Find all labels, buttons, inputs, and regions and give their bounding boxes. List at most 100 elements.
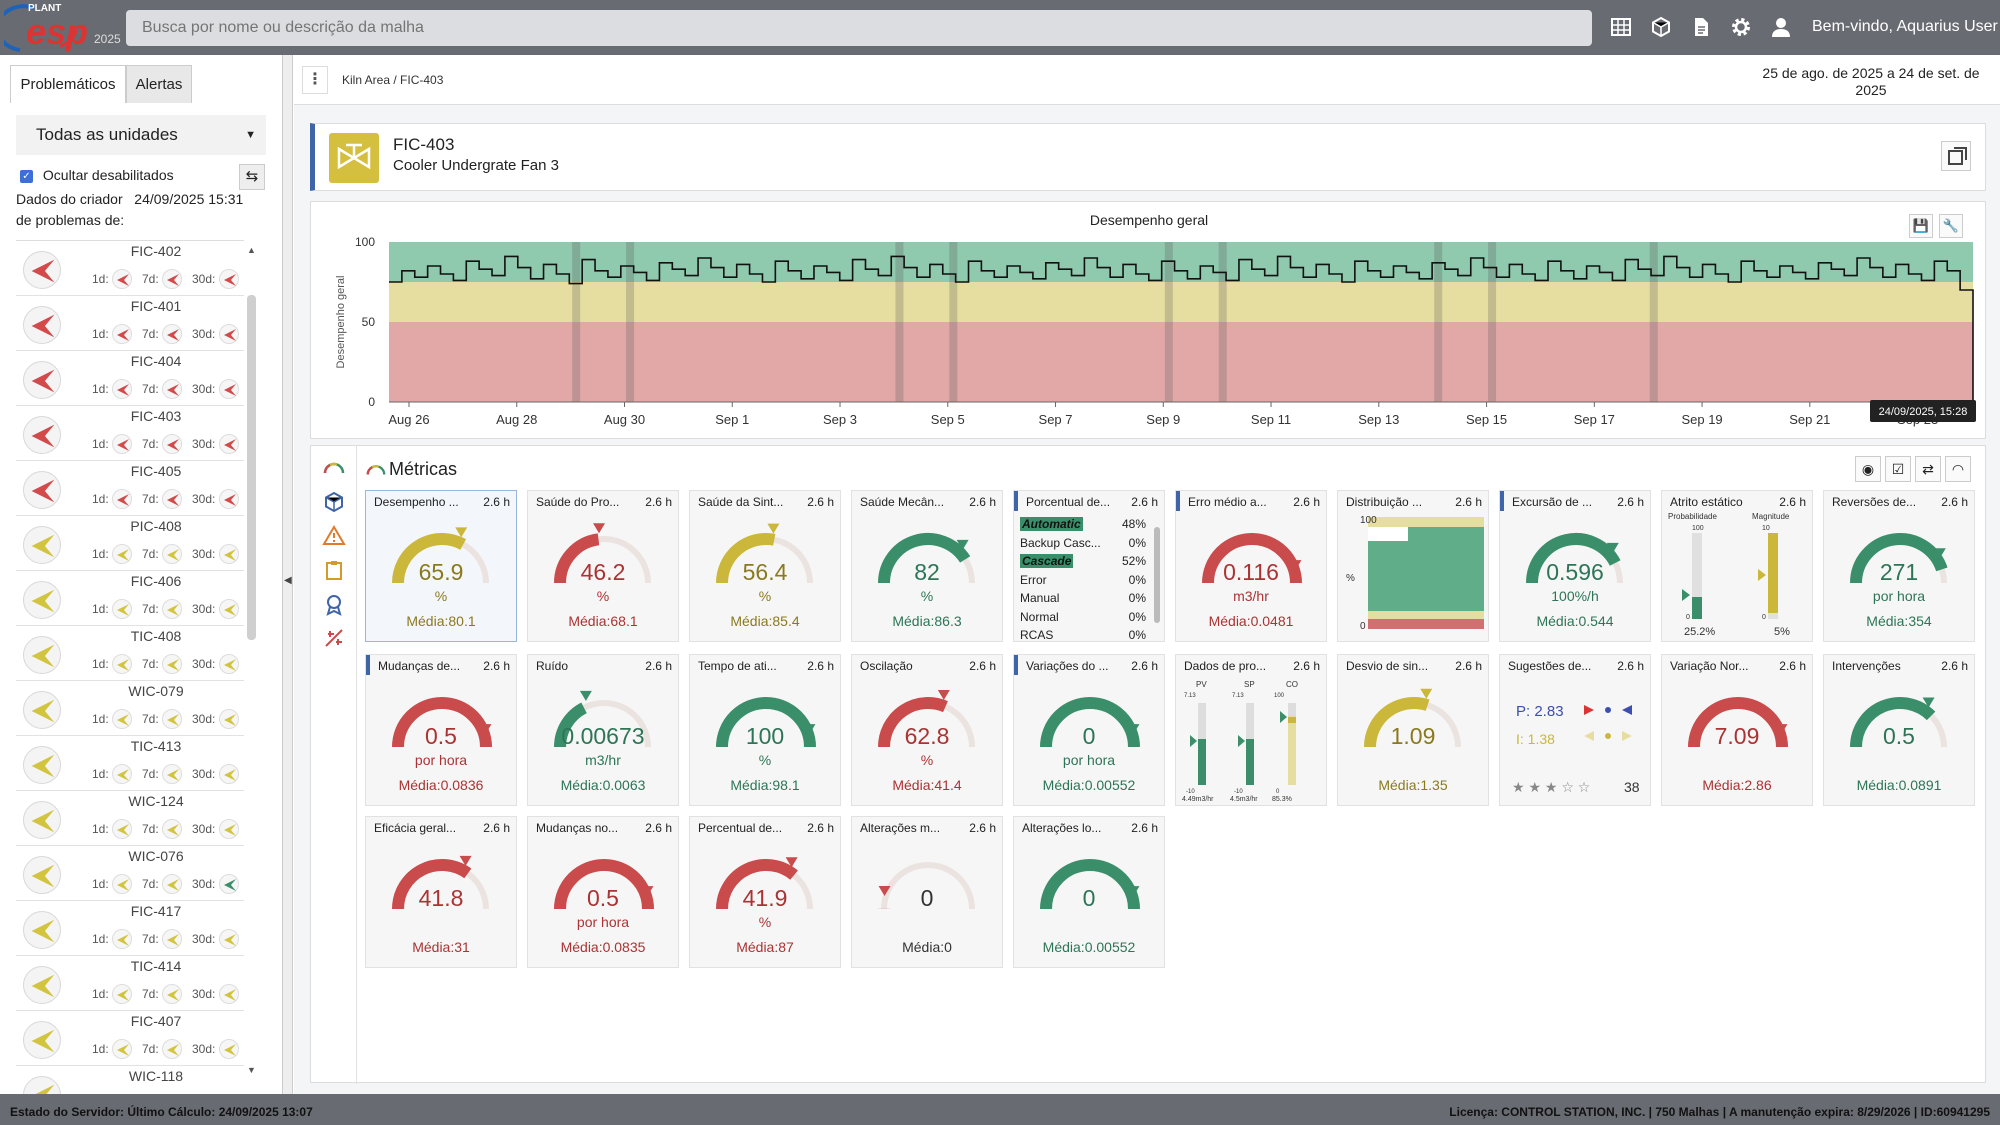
status-7d-icon[interactable]: [162, 1039, 182, 1059]
status-1d-icon[interactable]: [112, 544, 132, 564]
metric-card-ruido[interactable]: Ruído 2.6 h 0.00673 m3/hr Média:0.0063: [527, 654, 679, 806]
panel-splitter[interactable]: ◀: [283, 55, 293, 1094]
status-1d-icon[interactable]: [112, 489, 132, 509]
problem-list-item[interactable]: TIC-408 1d: 7d: 30d:: [16, 626, 244, 681]
plantesp-logo[interactable]: PLANT esp 2025: [0, 0, 124, 55]
gauge-icon[interactable]: [322, 456, 346, 480]
checkbox-icon[interactable]: ✓: [20, 169, 33, 183]
problem-list-item[interactable]: TIC-413 1d: 7d: 30d:: [16, 736, 244, 791]
metric-card-mudancas-modo[interactable]: Mudanças no... 2.6 h 0.5 por hora Média:0…: [527, 816, 679, 968]
unit-select[interactable]: Todas as unidades ▼: [16, 115, 266, 155]
status-arrow-icon[interactable]: [23, 966, 61, 1004]
tab-alertas[interactable]: Alertas: [126, 65, 192, 103]
status-1d-icon[interactable]: [112, 984, 132, 1004]
problem-list-item[interactable]: FIC-406 1d: 7d: 30d:: [16, 571, 244, 626]
status-1d-icon[interactable]: [112, 599, 132, 619]
status-arrow-icon[interactable]: [23, 636, 61, 674]
metric-card-oscilacao[interactable]: Oscilação 2.6 h 62.8 % Média:41.4: [851, 654, 1003, 806]
problem-list-item[interactable]: FIC-404 1d: 7d: 30d:: [16, 351, 244, 406]
metric-card-variacao-normalizada[interactable]: Variação Nor... 2.6 h 7.09 Média:2.86: [1661, 654, 1813, 806]
problem-list-item[interactable]: FIC-407 1d: 7d: 30d:: [16, 1011, 244, 1066]
status-7d-icon[interactable]: [162, 764, 182, 784]
scroll-up-icon[interactable]: ▲: [247, 245, 256, 255]
status-7d-icon[interactable]: [162, 599, 182, 619]
status-7d-icon[interactable]: [162, 984, 182, 1004]
filter-metrics-button[interactable]: ☑: [1885, 456, 1911, 482]
problem-list-item[interactable]: TIC-414 1d: 7d: 30d:: [16, 956, 244, 1011]
metric-card-alteracoes-lo[interactable]: Alterações lo... 2.6 h 0 Média:0.00552: [1013, 816, 1165, 968]
status-1d-icon[interactable]: [112, 929, 132, 949]
metric-card-porcentual-modo[interactable]: Porcentual de... 2.6 h Automatic 48% Backup …: [1013, 490, 1165, 642]
status-arrow-icon[interactable]: [23, 526, 61, 564]
status-7d-icon[interactable]: [162, 654, 182, 674]
status-7d-icon[interactable]: [162, 709, 182, 729]
status-1d-icon[interactable]: [112, 324, 132, 344]
status-30d-icon[interactable]: [219, 489, 239, 509]
status-arrow-icon[interactable]: [23, 911, 61, 949]
status-7d-icon[interactable]: [162, 324, 182, 344]
table-icon[interactable]: [1610, 16, 1632, 38]
status-30d-icon[interactable]: [219, 599, 239, 619]
refresh-button[interactable]: ⇆: [239, 164, 265, 190]
date-range[interactable]: 25 de ago. de 2025 a 24 de set. de 2025: [1756, 65, 1986, 99]
warning-icon[interactable]: [322, 524, 346, 548]
status-30d-icon[interactable]: [219, 269, 239, 289]
status-30d-icon[interactable]: [219, 764, 239, 784]
status-30d-icon[interactable]: [219, 654, 239, 674]
list-scrollbar[interactable]: [247, 295, 256, 640]
status-1d-icon[interactable]: [112, 764, 132, 784]
problem-list-item[interactable]: FIC-405 1d: 7d: 30d:: [16, 461, 244, 516]
scroll-down-icon[interactable]: ▼: [247, 1065, 256, 1075]
status-1d-icon[interactable]: [112, 819, 132, 839]
metric-card-alteracoes-m[interactable]: Alterações m... 2.6 h 0 Média:0: [851, 816, 1003, 968]
performance-chart[interactable]: 100 50 0 Aug 26 Aug 28 Aug 30 Sep 1 Sep 3 Sep 5 S…: [311, 202, 1987, 440]
status-1d-icon[interactable]: [112, 379, 132, 399]
swap-metrics-button[interactable]: ⇄: [1915, 456, 1941, 482]
status-arrow-icon[interactable]: [23, 856, 61, 894]
status-30d-icon[interactable]: [219, 819, 239, 839]
status-1d-icon[interactable]: [112, 269, 132, 289]
document-icon[interactable]: [1690, 16, 1712, 38]
status-arrow-icon[interactable]: [23, 416, 61, 454]
problem-list-item[interactable]: WIC-124 1d: 7d: 30d:: [16, 791, 244, 846]
gear-icon[interactable]: [1730, 16, 1752, 38]
edit-loop-button[interactable]: [1941, 141, 1971, 171]
problem-list-item[interactable]: FIC-417 1d: 7d: 30d:: [16, 901, 244, 956]
problem-list-item[interactable]: FIC-401 1d: 7d: 30d:: [16, 296, 244, 351]
metric-card-desvio-sintonia[interactable]: Desvio de sin... 2.6 h 1.09 Média:1.35: [1337, 654, 1489, 806]
status-1d-icon[interactable]: [112, 654, 132, 674]
status-arrow-icon[interactable]: [23, 581, 61, 619]
problem-list-item[interactable]: FIC-402 1d: 7d: 30d:: [16, 241, 244, 296]
status-7d-icon[interactable]: [162, 929, 182, 949]
status-30d-icon[interactable]: [219, 434, 239, 454]
kebab-menu-button[interactable]: ⋮: [302, 66, 328, 94]
status-1d-icon[interactable]: [112, 874, 132, 894]
status-1d-icon[interactable]: [112, 1039, 132, 1059]
metric-card-reversoes[interactable]: Reversões de... 2.6 h 271 por hora Média:…: [1823, 490, 1975, 642]
problem-list-item[interactable]: FIC-403 1d: 7d: 30d:: [16, 406, 244, 461]
metric-card-tempo-atividade[interactable]: Tempo de ati... 2.6 h 100 % Média:98.1: [689, 654, 841, 806]
hide-disabled-checkbox[interactable]: ✓ Ocultar desabilitados: [20, 167, 174, 183]
clipboard-icon[interactable]: [322, 558, 346, 582]
status-30d-icon[interactable]: [219, 874, 239, 894]
metric-card-saude-mecanica[interactable]: Saúde Mecân... 2.6 h 82 % Média:86.3: [851, 490, 1003, 642]
metric-card-desempenho[interactable]: Desempenho ... 2.6 h 65.9 % Média:80.1: [365, 490, 517, 642]
status-30d-icon[interactable]: [219, 1039, 239, 1059]
status-30d-icon[interactable]: [219, 984, 239, 1004]
problem-list-item[interactable]: PIC-408 1d: 7d: 30d:: [16, 516, 244, 571]
collapse-left-icon[interactable]: ◀: [284, 575, 292, 586]
metric-card-percentual-sat[interactable]: Percentual de... 2.6 h 41.9 % Média:87: [689, 816, 841, 968]
metric-card-variacoes[interactable]: Variações do ... 2.6 h 0 por hora Média:0…: [1013, 654, 1165, 806]
cube-nav-icon[interactable]: [322, 490, 346, 514]
status-arrow-icon[interactable]: [23, 361, 61, 399]
cube-icon[interactable]: [1650, 16, 1672, 38]
status-arrow-icon[interactable]: [23, 801, 61, 839]
status-30d-icon[interactable]: [219, 709, 239, 729]
status-7d-icon[interactable]: [162, 489, 182, 509]
search-input[interactable]: [126, 10, 1592, 46]
user-icon[interactable]: [1770, 16, 1792, 38]
gauge-view-button[interactable]: ◠: [1945, 456, 1971, 482]
breadcrumb-kiln-area[interactable]: Kiln Area: [342, 73, 390, 87]
mode-scrollbar[interactable]: [1154, 527, 1160, 623]
metric-card-saude-processo[interactable]: Saúde do Pro... 2.6 h 46.2 % Média:68.1: [527, 490, 679, 642]
